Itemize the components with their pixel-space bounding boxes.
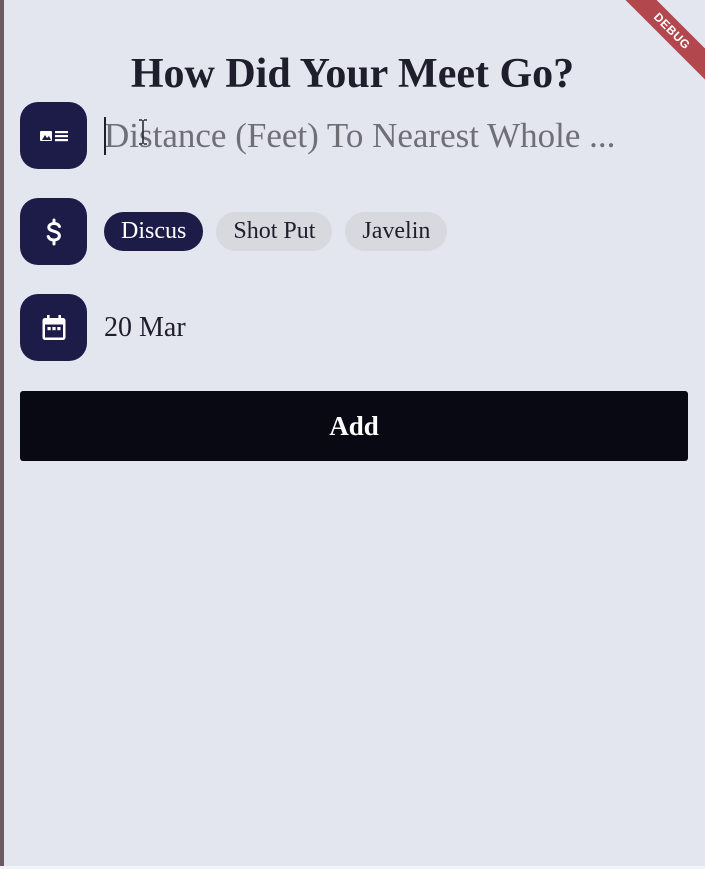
- text-cursor-icon: [139, 119, 147, 145]
- chip-discus[interactable]: Discus: [104, 212, 204, 251]
- text-caret: [104, 117, 106, 155]
- date-icon-tile[interactable]: [20, 294, 87, 361]
- distance-input[interactable]: [104, 110, 684, 162]
- event-chip-group: Discus Shot Put Javelin: [104, 212, 448, 251]
- chip-javelin[interactable]: Javelin: [345, 212, 448, 251]
- page-title: How Did Your Meet Go?: [130, 51, 575, 98]
- dollar-icon: [46, 218, 61, 245]
- add-button[interactable]: Add: [20, 391, 688, 461]
- id-card-icon: [39, 130, 68, 141]
- date-label[interactable]: 20 Mar: [104, 308, 186, 348]
- chip-shot-put[interactable]: Shot Put: [216, 212, 333, 251]
- event-icon-tile: [20, 198, 87, 265]
- calendar-icon: [42, 314, 65, 340]
- distance-icon-tile: [20, 102, 87, 169]
- window-left-edge: [0, 0, 4, 869]
